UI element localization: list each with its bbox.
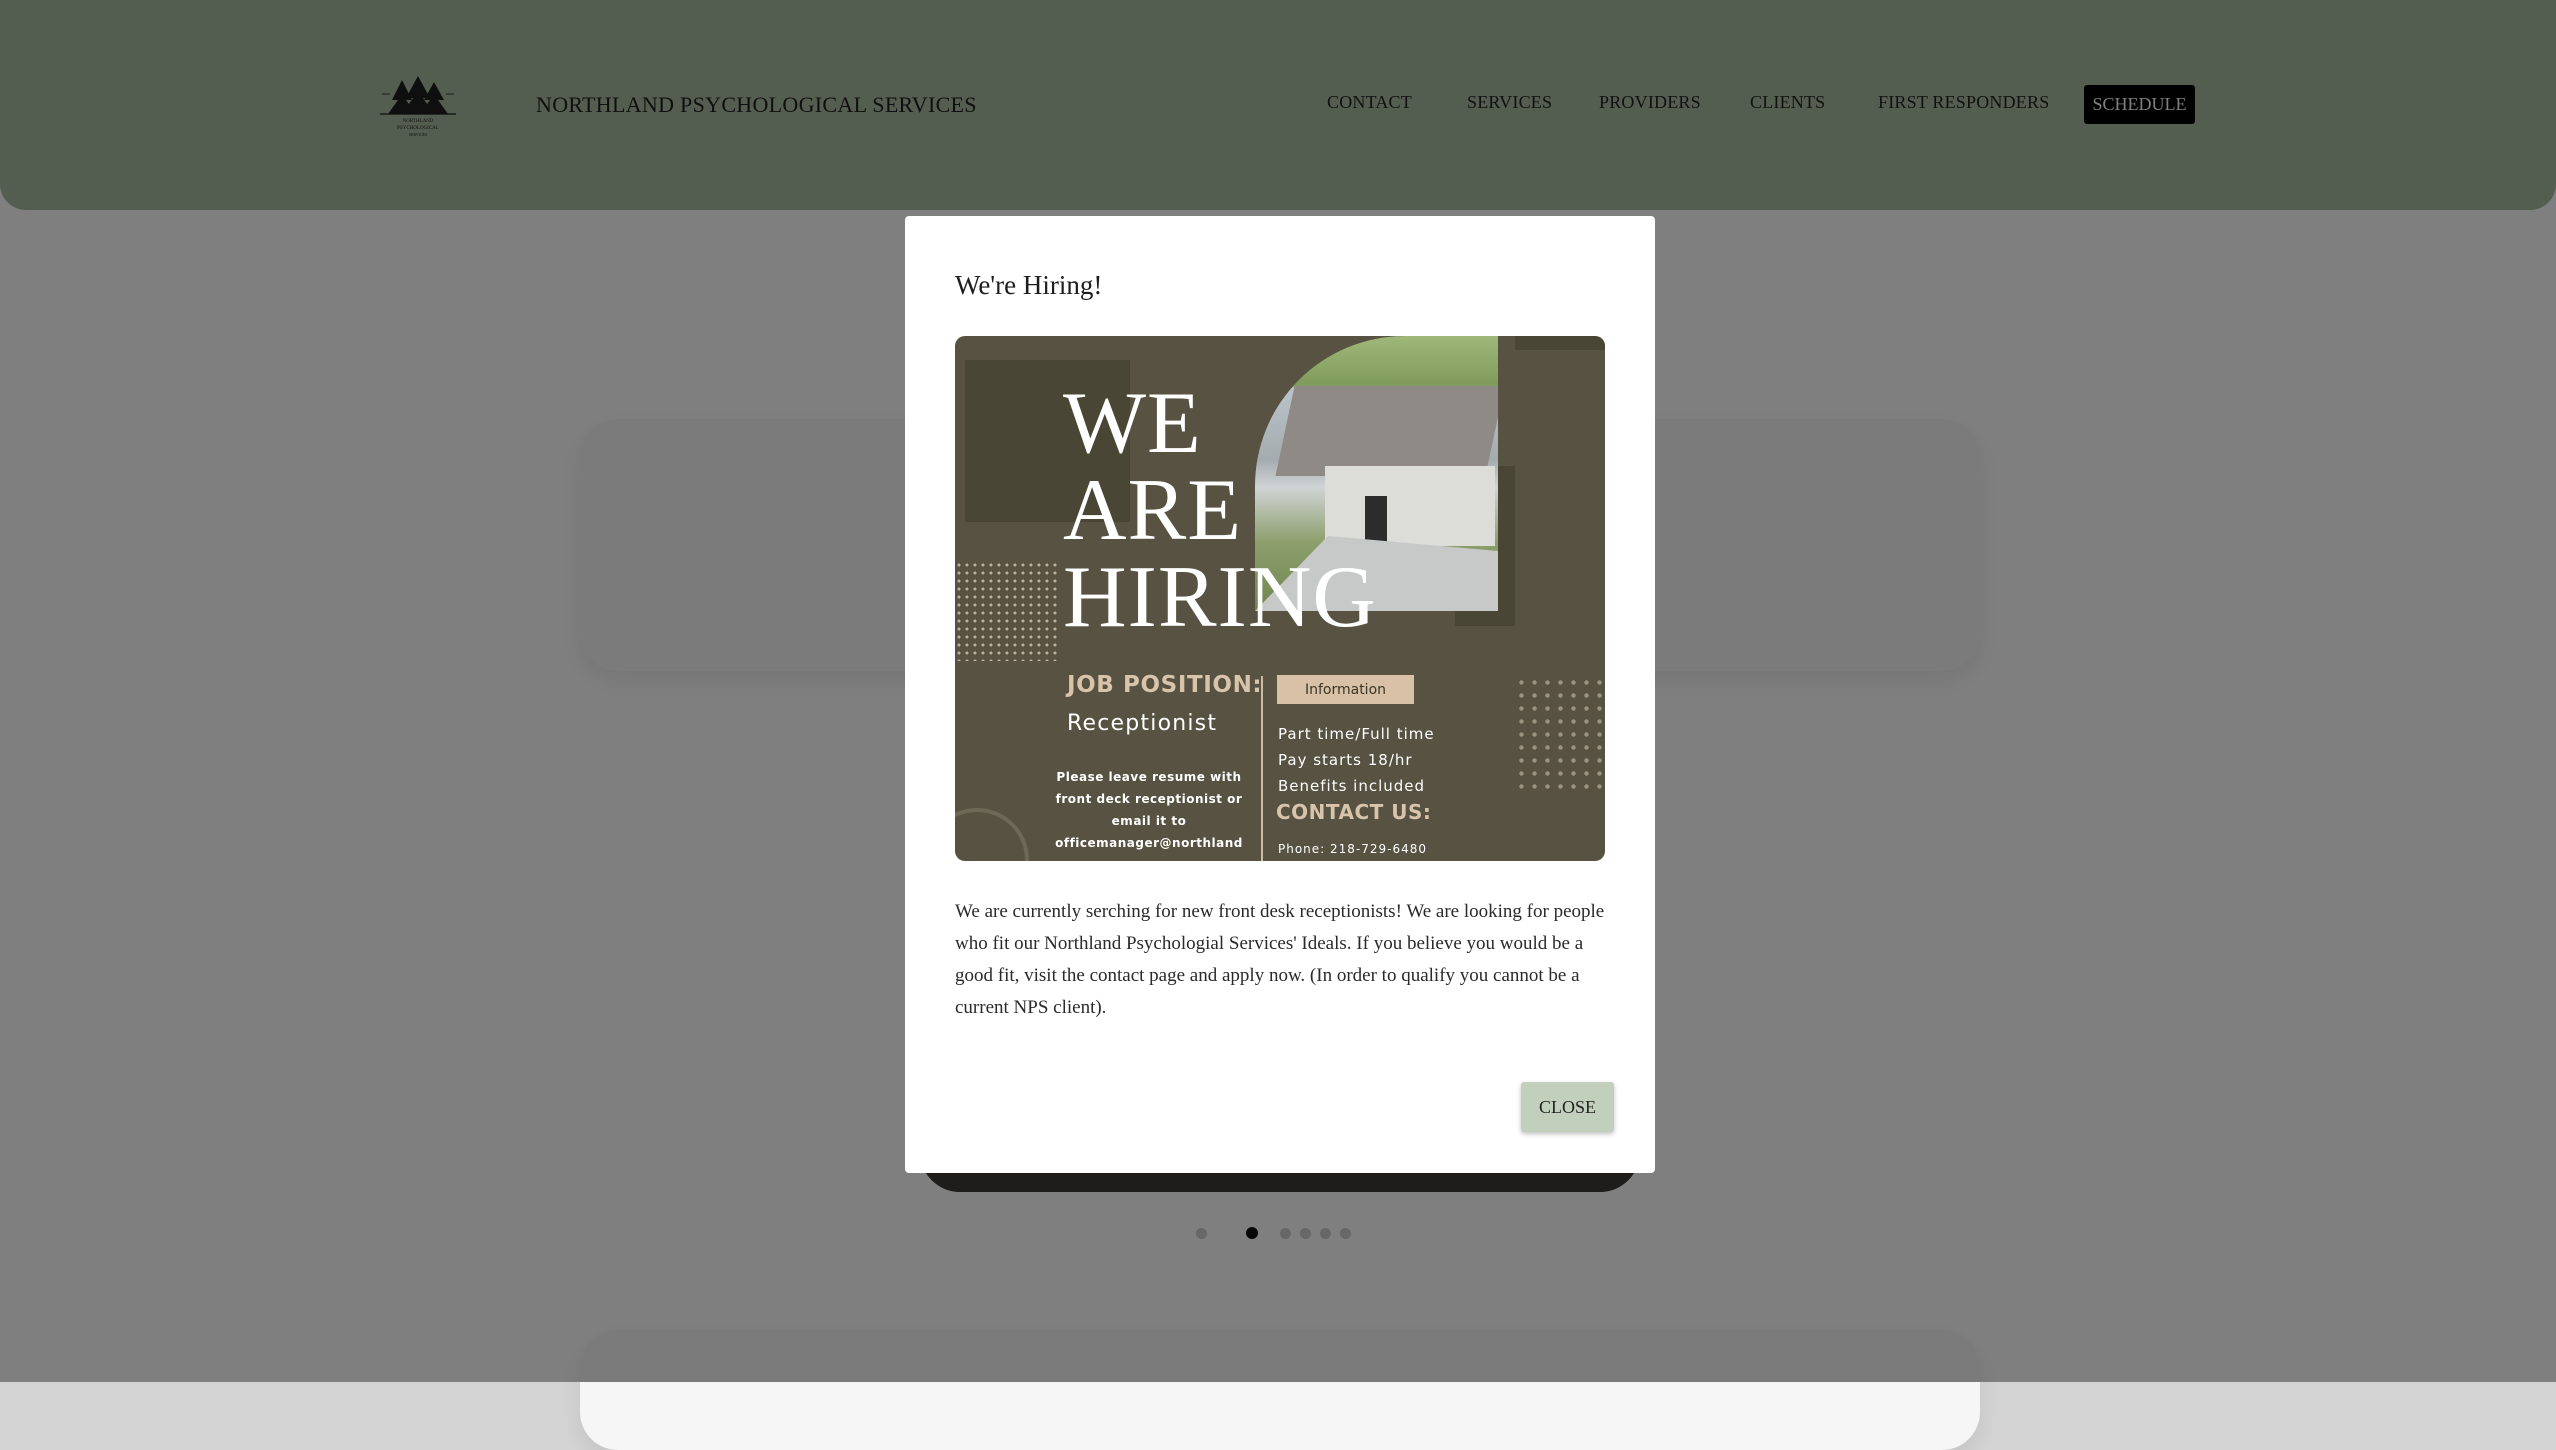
poster-decor-block <box>1515 336 1605 350</box>
hiring-poster: WE ARE HIRING JOB POSITION: Receptionist… <box>955 336 1605 861</box>
resume-instructions: Please leave resume with front deck rece… <box>1051 766 1247 854</box>
resume-line: Please leave resume with <box>1056 770 1242 784</box>
resume-line: officemanager@northland <box>1055 836 1243 850</box>
headline-line: HIRING <box>1063 549 1377 646</box>
resume-line: email it to <box>1111 814 1187 828</box>
information-tag: Information <box>1277 675 1414 704</box>
poster-dot-grid-decor <box>1515 676 1605 791</box>
info-line: Pay starts 18/hr <box>1278 751 1413 769</box>
contact-label: CONTACT US: <box>1276 800 1432 824</box>
modal-body-text: We are currently serching for new front … <box>955 901 1605 1018</box>
job-role: Receptionist <box>1067 711 1218 736</box>
close-button[interactable]: CLOSE <box>1521 1082 1614 1132</box>
info-line: Part time/Full time <box>1278 725 1435 743</box>
info-line: Benefits included <box>1278 777 1426 795</box>
modal-title: We're Hiring! <box>955 270 1103 300</box>
phone-number: Phone: 218-729-6480 <box>1278 842 1428 856</box>
headline-line: WE <box>1063 375 1202 472</box>
headline-line: ARE <box>1063 462 1242 559</box>
poster-headline: WE ARE HIRING <box>1063 375 1377 646</box>
poster-ring-decor <box>955 808 1029 861</box>
poster-halftone-decor <box>955 561 1060 661</box>
job-position-label: JOB POSITION: <box>1067 672 1263 698</box>
poster-divider <box>1261 676 1263 861</box>
hiring-modal: We're Hiring! WE ARE HIRING JOB POSITION… <box>905 216 1655 1173</box>
resume-line: front deck receptionist or <box>1055 792 1243 806</box>
